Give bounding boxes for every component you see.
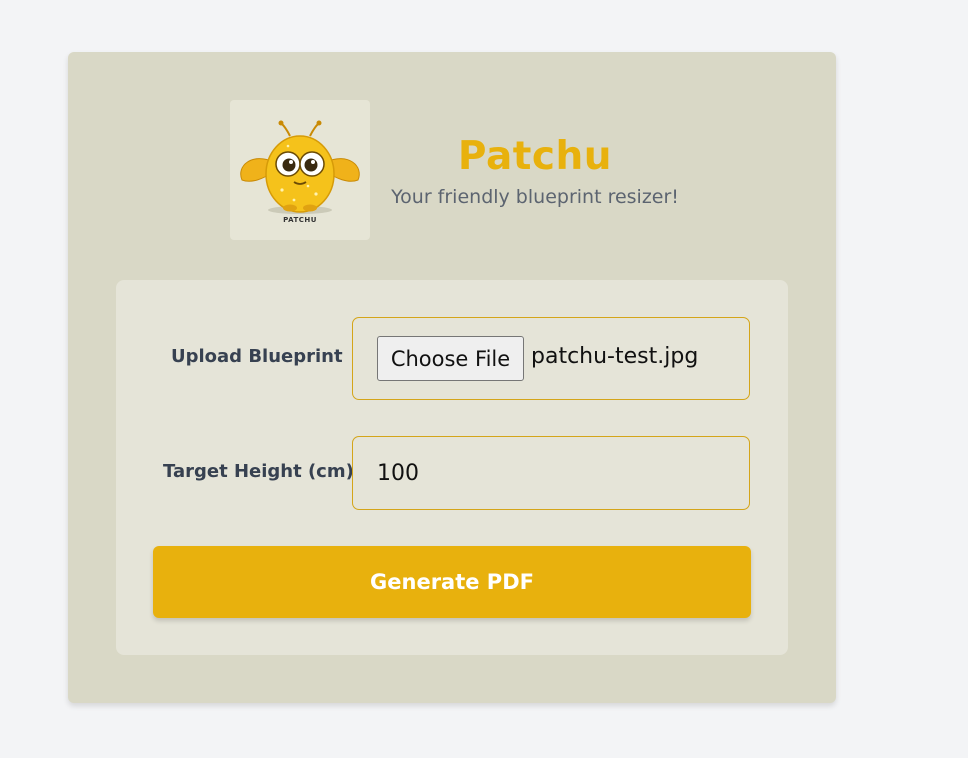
choose-file-button[interactable]: Choose File [377, 336, 524, 381]
selected-file-name: patchu-test.jpg [531, 344, 699, 369]
app-subtitle: Your friendly blueprint resizer! [391, 186, 679, 208]
upload-blueprint-label: Upload Blueprint [171, 346, 343, 367]
logo-caption: PATCHU [283, 216, 317, 224]
app-title: Patchu [457, 134, 613, 179]
generate-pdf-button[interactable]: Generate PDF [153, 546, 751, 618]
target-height-label: Target Height (cm) [163, 461, 354, 482]
file-upload-field[interactable]: Choose File patchu-test.jpg [352, 317, 750, 400]
target-height-input[interactable] [352, 436, 750, 510]
patchu-mascot-icon: PATCHU [230, 100, 370, 240]
app-header: PATCHU Patchu Your friendly blueprint re… [68, 52, 836, 280]
app-card: PATCHU Patchu Your friendly blueprint re… [68, 52, 836, 703]
title-block: Patchu Your friendly blueprint resizer! [390, 132, 680, 210]
resize-form: Upload Blueprint Choose File patchu-test… [116, 280, 788, 655]
